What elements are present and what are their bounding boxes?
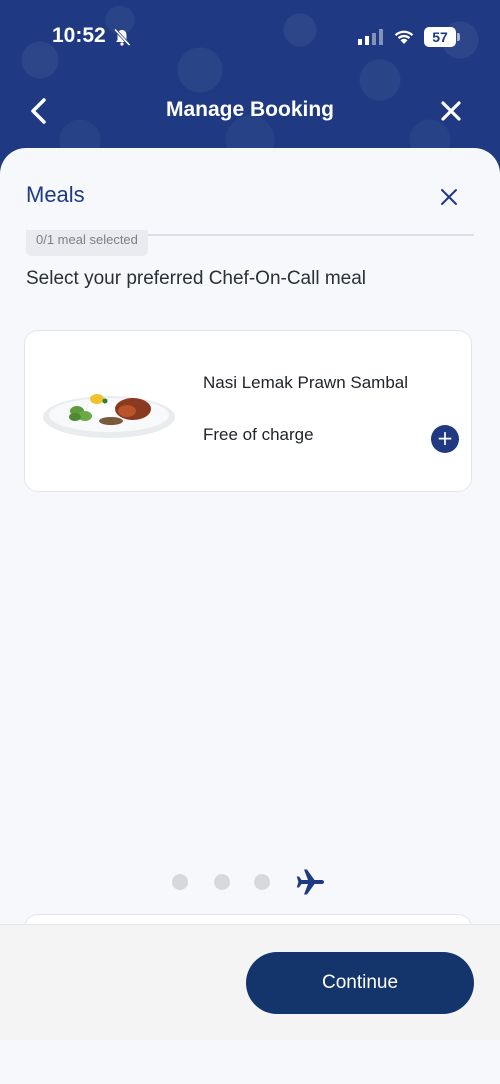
meal-name: Nasi Lemak Prawn Sambal — [203, 373, 409, 392]
battery-tip — [457, 33, 460, 41]
airplane-icon — [296, 869, 324, 895]
instruction-text: Select your preferred Chef-On-Call meal — [26, 268, 367, 289]
battery-icon: 57 — [424, 27, 460, 47]
wifi-icon — [394, 30, 414, 44]
battery-level: 57 — [424, 27, 456, 47]
progress-dot — [172, 874, 188, 890]
footer-bar: Continue — [0, 924, 500, 1040]
close-icon[interactable] — [438, 186, 460, 208]
progress-dot — [214, 874, 230, 890]
page-title: Manage Booking — [165, 98, 334, 121]
meal-image — [43, 394, 175, 438]
progress-dot — [254, 874, 270, 890]
add-meal-button[interactable]: + — [431, 425, 459, 453]
meal-price: Free of charge — [203, 425, 314, 444]
meals-title: Meals — [26, 182, 85, 207]
meals-sheet: Meals 0/1 meal selected Select your pref… — [0, 148, 500, 1084]
meal-counter-badge: 0/1 meal selected — [26, 230, 148, 256]
close-icon[interactable] — [436, 96, 466, 126]
continue-button[interactable]: Continue — [246, 952, 474, 1014]
status-bar: 10:52 57 — [0, 20, 500, 56]
bell-muted-icon — [113, 28, 131, 46]
meal-card[interactable]: Nasi Lemak Prawn Sambal Free of charge + — [24, 330, 472, 492]
progress-indicator — [172, 868, 332, 896]
signal-icon — [358, 29, 383, 45]
status-time: 10:52 — [52, 24, 106, 47]
